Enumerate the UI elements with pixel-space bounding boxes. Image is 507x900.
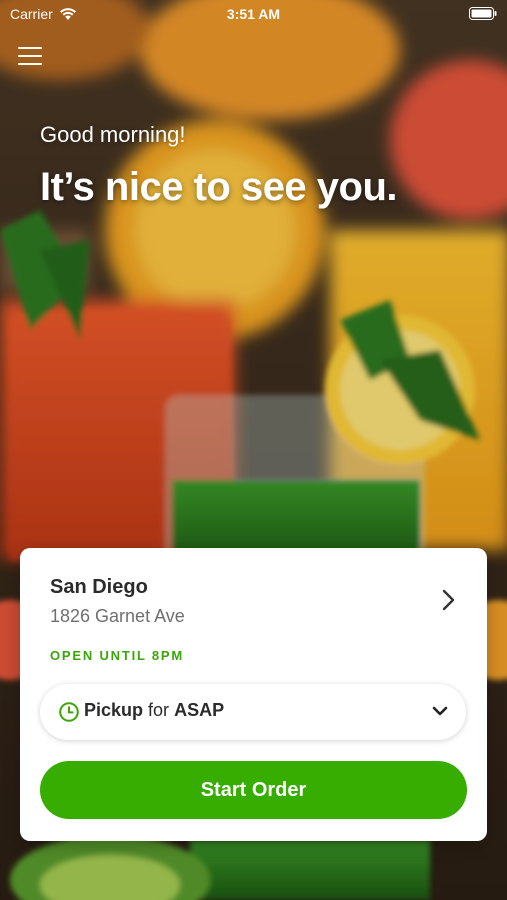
clock-time: 3:51 AM	[226, 6, 281, 22]
menu-line	[18, 55, 42, 57]
greeting-text: Good morning!	[40, 122, 186, 147]
status-bar: Carrier 3:51 AM	[0, 0, 507, 30]
hamburger-menu-icon[interactable]	[18, 47, 42, 69]
pickup-label: Pickup for ASAP	[84, 700, 224, 721]
menu-line	[18, 63, 42, 65]
order-time: ASAP	[174, 700, 225, 720]
order-method: Pickup	[84, 700, 144, 720]
menu-line	[18, 47, 42, 49]
store-hours-status: OPEN UNTIL 8PM	[50, 648, 185, 663]
store-address: 1826 Garnet Ave	[50, 606, 185, 626]
chevron-down-icon	[432, 706, 448, 716]
pickup-time-select[interactable]: Pickup for ASAP	[40, 684, 466, 740]
store-selector[interactable]: San Diego 1826 Garnet Ave	[20, 548, 487, 648]
store-name: San Diego	[50, 576, 148, 598]
welcome-headline: It’s nice to see you.	[40, 165, 398, 209]
battery-icon	[469, 7, 497, 20]
chevron-right-icon	[442, 589, 455, 611]
order-connector: for	[148, 700, 170, 720]
start-order-button[interactable]: Start Order	[40, 761, 467, 819]
clock-icon	[59, 702, 79, 722]
order-card: San Diego 1826 Garnet Ave OPEN UNTIL 8PM…	[20, 548, 487, 841]
